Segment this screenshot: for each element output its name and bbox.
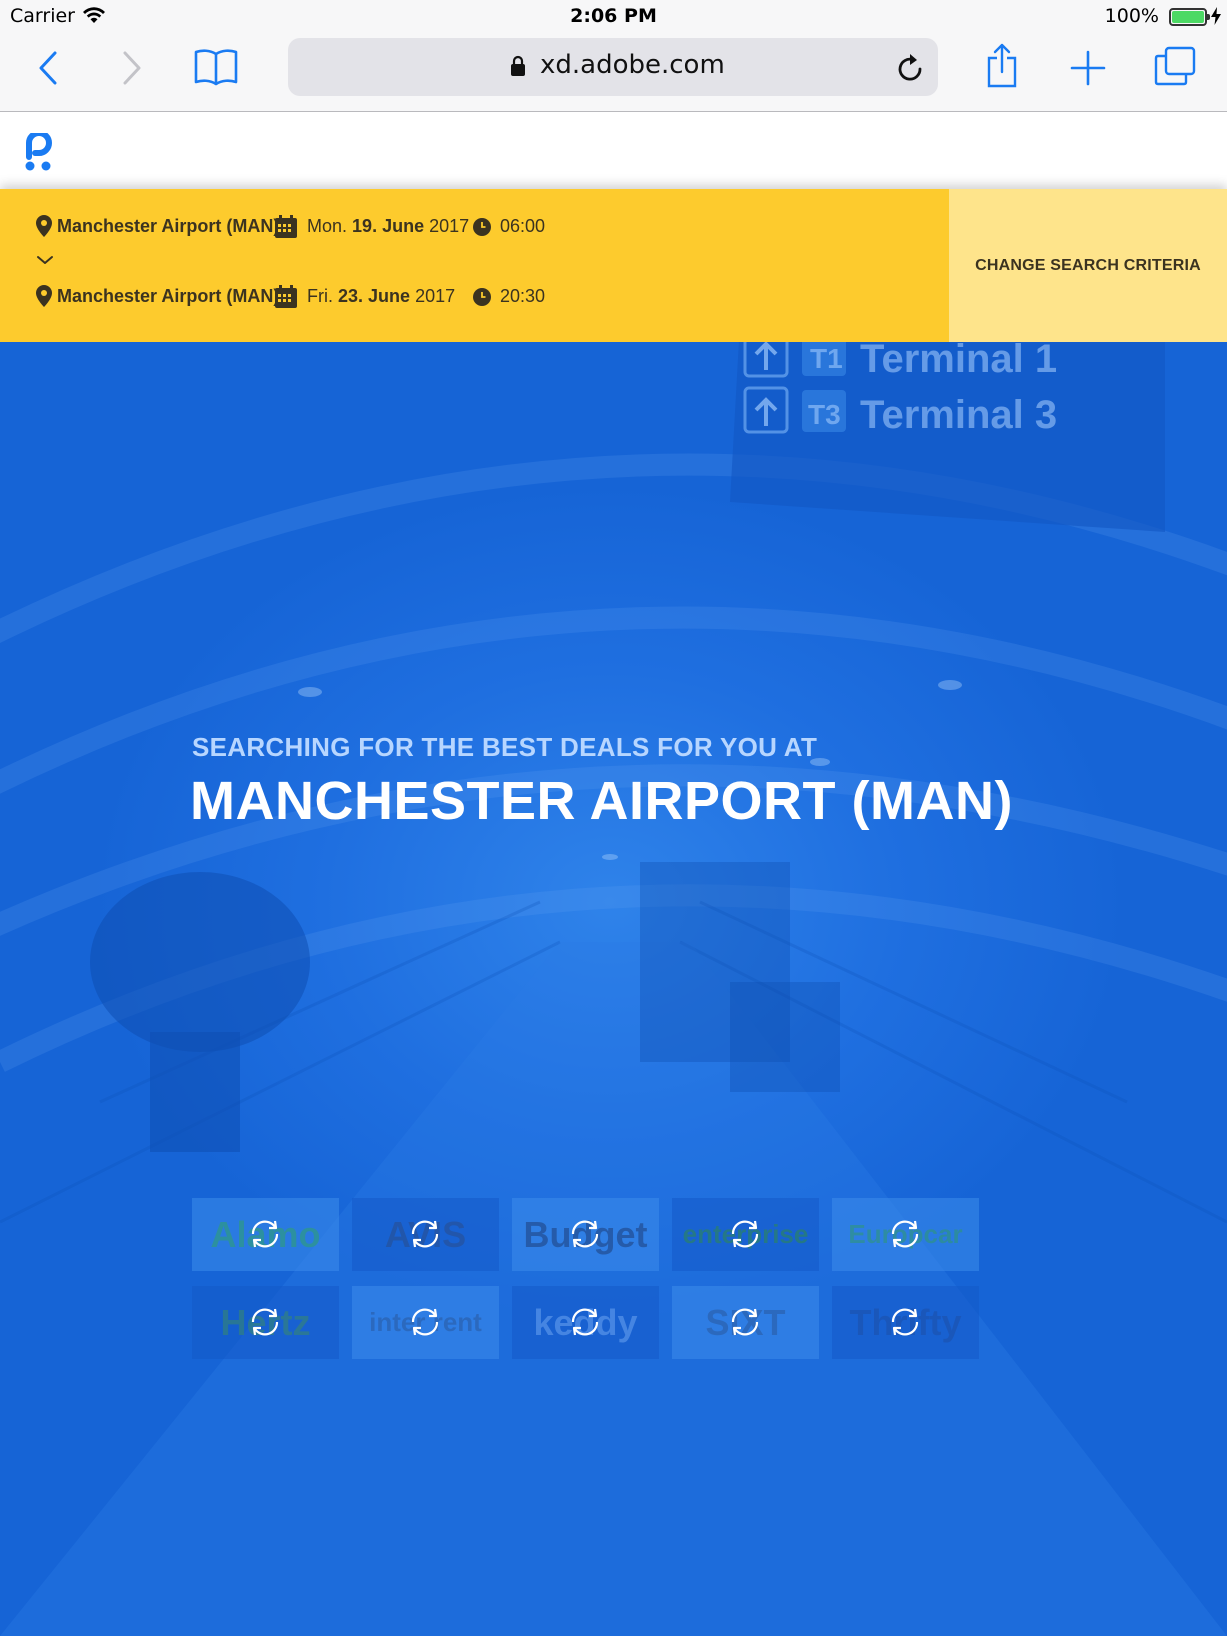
pickup-time: 06:00 <box>500 216 546 236</box>
loading-spinner-icon <box>731 1220 759 1248</box>
share-icon[interactable] <box>986 42 1018 88</box>
terminal1-text: Terminal 1 <box>860 342 1057 381</box>
dropoff-location: Manchester Airport (MAN) <box>57 286 280 306</box>
back-icon[interactable] <box>38 51 58 85</box>
dropoff-time: 20:30 <box>500 286 546 306</box>
provider-tile-alamo: Alamo <box>192 1198 339 1271</box>
loading-spinner-icon <box>251 1308 279 1336</box>
provider-tile-thrifty: Thrifty <box>832 1286 979 1359</box>
provider-tile-budget: Budget <box>512 1198 659 1271</box>
loading-kicker: SEARCHING FOR THE BEST DEALS FOR YOU AT <box>192 732 818 762</box>
clock-icon <box>473 288 491 306</box>
chevron-down-icon <box>37 256 53 264</box>
calendar-icon <box>275 215 297 238</box>
provider-tile-keddy: keddy <box>512 1286 659 1359</box>
loading-spinner-icon <box>411 1220 439 1248</box>
reload-icon[interactable] <box>896 52 924 82</box>
provider-tile-avis: AVIS <box>352 1198 499 1271</box>
browser-toolbar: xd.adobe.com <box>0 34 1227 112</box>
loading-spinner-icon <box>731 1308 759 1336</box>
status-bar: Carrier 2:06 PM 100% <box>0 0 1227 34</box>
brand-logo-icon[interactable] <box>24 133 54 171</box>
loading-spinner-icon <box>891 1220 919 1248</box>
dropoff-date: Fri. 23. June 2017 <box>307 286 456 306</box>
provider-tile-inter-rent: inter rent <box>352 1286 499 1359</box>
pickup-date: Mon. 19. June 2017 <box>307 216 470 236</box>
loading-spinner-icon <box>251 1220 279 1248</box>
clock-icon <box>473 218 491 236</box>
provider-tile-europcar: Europcar <box>832 1198 979 1271</box>
bookmarks-icon[interactable] <box>194 48 238 86</box>
loading-spinner-icon <box>571 1308 599 1336</box>
battery-icon <box>1169 8 1210 26</box>
charging-bolt-icon <box>1211 7 1221 25</box>
terminal3-text: Terminal 3 <box>860 393 1057 437</box>
provider-tile-enterprise: enterprise <box>672 1198 819 1271</box>
terminal1-badge: T1 <box>810 343 843 374</box>
location-headline: MANCHESTER AIRPORT (MAN) <box>190 771 1013 831</box>
address-bar[interactable]: xd.adobe.com <box>288 38 938 96</box>
search-summary: Manchester Airport (MAN) Mon. 19. June 2… <box>0 189 1227 342</box>
pickup-location: Manchester Airport (MAN) <box>57 216 280 236</box>
battery-percentage: 100% <box>1104 5 1159 27</box>
location-pin-icon <box>36 215 52 237</box>
calendar-icon <box>275 285 297 308</box>
loading-spinner-icon <box>891 1308 919 1336</box>
lock-icon <box>511 55 525 76</box>
airport-walkway-background: T1 T3 Terminal 1 Terminal 3 <box>0 342 1227 1636</box>
provider-tile-hertz: Hertz <box>192 1286 339 1359</box>
change-search-criteria-button[interactable]: CHANGE SEARCH CRITERIA <box>949 189 1227 342</box>
terminal3-badge: T3 <box>808 399 841 430</box>
loading-spinner-icon <box>411 1308 439 1336</box>
tabs-icon[interactable] <box>1154 46 1196 86</box>
url-text: xd.adobe.com <box>540 50 725 80</box>
new-tab-icon[interactable] <box>1070 50 1106 86</box>
clock-time: 2:06 PM <box>570 5 657 27</box>
hero-section: T1 T3 Terminal 1 Terminal 3 SEARCHING FO… <box>0 342 1227 1636</box>
forward-icon[interactable] <box>122 51 142 85</box>
site-header <box>0 112 1227 189</box>
location-pin-icon <box>36 285 52 307</box>
loading-spinner-icon <box>571 1220 599 1248</box>
provider-tile-sixt: SIXT <box>672 1286 819 1359</box>
